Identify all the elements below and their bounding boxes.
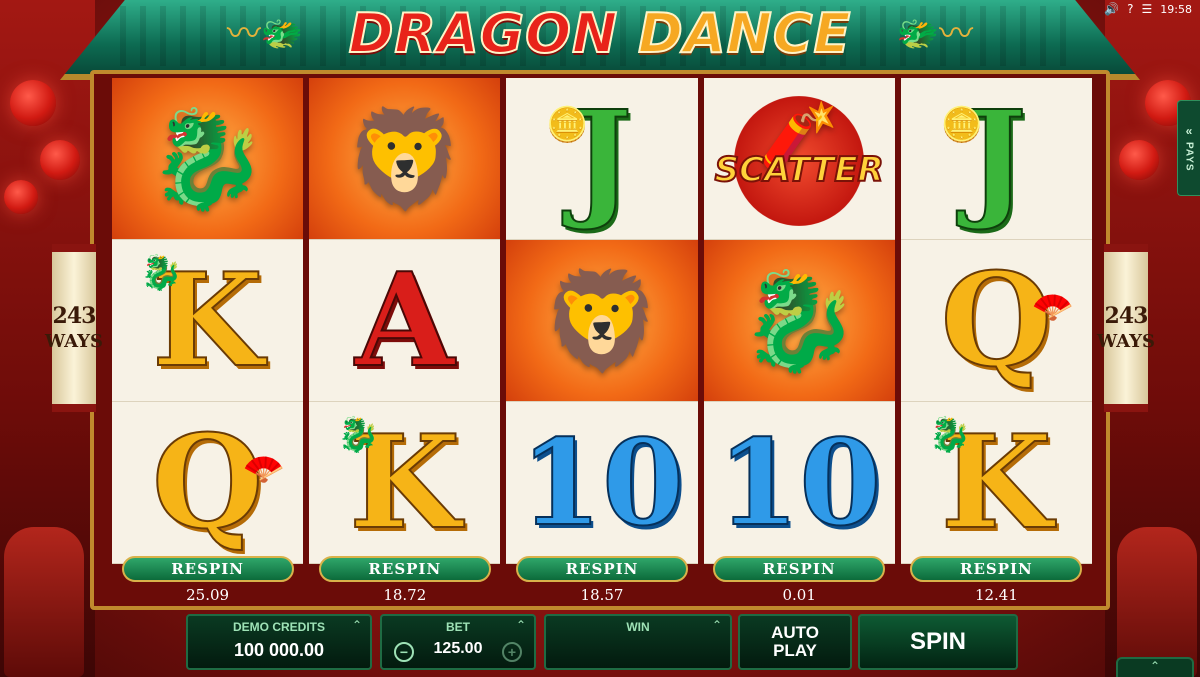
ways-scroll-right: 243 WAYS — [1097, 244, 1155, 412]
bet-panel: ⌃ BET − 125.00 + — [380, 614, 536, 670]
autoplay-label: AUTO PLAY — [771, 624, 819, 660]
symbol-lion: 🦁 — [506, 240, 698, 402]
fan-icon: 🪭 — [242, 449, 286, 489]
symbol-dragon: 🐉 — [703, 240, 895, 402]
respin-button[interactable]: RESPIN — [121, 556, 294, 582]
chevron-left-icon: « — [1185, 124, 1193, 139]
respin-reel-3: RESPIN 18.57 — [506, 556, 697, 612]
credits-label: DEMO CREDITS — [232, 620, 325, 634]
symbol-letter: A — [354, 245, 455, 396]
credits-value: 100 000.00 — [233, 640, 325, 660]
symbol-scatter: 🧨 SCATTER — [703, 78, 895, 240]
speaker-icon[interactable]: 🔊 — [1104, 2, 1119, 16]
ways-label: WAYS — [45, 331, 103, 352]
respin-reel-2: RESPIN 18.72 — [309, 556, 500, 612]
pays-tab-label: PAYS — [1183, 142, 1195, 172]
bet-increase-button[interactable]: + — [502, 642, 522, 662]
symbol-q: Q 🪭 — [112, 402, 304, 564]
lion-statue — [4, 527, 84, 677]
autoplay-line-1: AUTO — [771, 623, 819, 643]
reel-3: 🪙 J 🦁 10 — [506, 78, 698, 564]
lantern-icon — [4, 180, 38, 214]
reel-grid: 🐉 🐉 K Q 🪭 🦁 A 🐉 K 🪙 J 🦁 10 🧨 SCATTER 🐉 1… — [112, 78, 1093, 564]
dragon-icon: 🐉 — [739, 264, 859, 377]
reel-4: 🧨 SCATTER 🐉 10 — [703, 78, 895, 564]
respin-cost: 18.72 — [383, 586, 427, 604]
lantern-icon — [40, 140, 80, 180]
lion-statue — [1117, 527, 1197, 677]
reel-1: 🐉 🐉 K Q 🪭 — [112, 78, 304, 564]
lantern-icon — [10, 80, 56, 126]
reel-5: 🪙 J Q 🪭 🐉 K — [900, 78, 1093, 564]
respin-button[interactable]: RESPIN — [910, 556, 1083, 582]
respin-cost: 0.01 — [782, 586, 816, 604]
respin-reel-1: RESPIN 25.09 — [112, 556, 303, 612]
clock: 19:58 — [1160, 2, 1192, 16]
dragon-mini-icon: 🐉 — [337, 415, 380, 455]
symbol-a: A — [309, 240, 501, 402]
spin-label: SPIN — [909, 628, 966, 655]
autoplay-button[interactable]: AUTO PLAY — [738, 614, 852, 670]
symbol-k: 🐉 K — [112, 240, 304, 402]
ways-scroll-left: 243 WAYS — [45, 244, 103, 412]
symbol-letter: 10 — [519, 412, 685, 552]
symbol-j: 🪙 J — [900, 78, 1093, 240]
symbol-dragon: 🐉 — [112, 78, 304, 240]
symbol-10: 10 — [703, 402, 895, 564]
autoplay-line-2: PLAY — [773, 641, 817, 660]
spin-button[interactable]: SPIN — [858, 614, 1018, 670]
symbol-k: 🐉 K — [309, 402, 501, 564]
symbol-q: Q 🪭 — [900, 240, 1093, 402]
bet-label: BET — [446, 620, 470, 634]
chevron-up-icon: ⌃ — [1149, 659, 1161, 673]
ways-label: WAYS — [1097, 331, 1155, 352]
respin-cost: 18.57 — [580, 586, 624, 604]
scatter-label: SCATTER — [714, 149, 885, 191]
respin-row: RESPIN 25.09 RESPIN 18.72 RESPIN 18.57 R… — [112, 556, 1092, 612]
respin-button[interactable]: RESPIN — [713, 556, 886, 582]
coin-icon: 🪙 — [940, 105, 984, 145]
status-bar: 🔊 ? ☰ 19:58 — [1104, 2, 1192, 16]
fan-icon: 🪭 — [1031, 287, 1075, 327]
coin-icon: 🪙 — [546, 105, 589, 145]
symbol-j: 🪙 J — [506, 78, 698, 240]
lion-dancer-icon: 🦁 — [542, 264, 662, 377]
credits-panel[interactable]: ⌃ DEMO CREDITS 100 000.00 — [186, 614, 372, 670]
respin-reel-5: RESPIN 12.41 — [901, 556, 1092, 612]
respin-cost: 25.09 — [186, 586, 230, 604]
win-panel[interactable]: ⌃ WIN — [544, 614, 732, 670]
ways-count: 243 — [1104, 303, 1149, 329]
reel-2: 🦁 A 🐉 K — [309, 78, 501, 564]
respin-cost: 12.41 — [974, 586, 1018, 604]
symbol-k: 🐉 K — [900, 402, 1093, 564]
dragon-mini-icon: 🐉 — [140, 253, 183, 293]
dragon-mini-icon: 🐉 — [928, 415, 972, 455]
menu-corner-button[interactable]: ⌃ — [1116, 657, 1194, 677]
title-word-dragon: DRAGON — [348, 2, 619, 65]
game-title: DRAGON DANCE — [0, 2, 1200, 65]
pays-tab[interactable]: « PAYS — [1177, 100, 1200, 196]
respin-reel-4: RESPIN 0.01 — [704, 556, 895, 612]
question-icon[interactable]: ? — [1127, 2, 1133, 16]
win-label: WIN — [626, 620, 650, 634]
ways-count: 243 — [52, 303, 97, 329]
title-word-dance: DANCE — [637, 2, 852, 65]
dragon-icon: 🐉 — [147, 102, 268, 215]
respin-button[interactable]: RESPIN — [318, 556, 491, 582]
symbol-lion: 🦁 — [309, 78, 501, 240]
symbol-letter: 10 — [716, 412, 882, 552]
respin-button[interactable]: RESPIN — [516, 556, 688, 582]
lion-dancer-icon: 🦁 — [345, 102, 465, 215]
menu-icon[interactable]: ☰ — [1142, 2, 1153, 16]
symbol-10: 10 — [506, 402, 698, 564]
lantern-icon — [1119, 140, 1159, 180]
